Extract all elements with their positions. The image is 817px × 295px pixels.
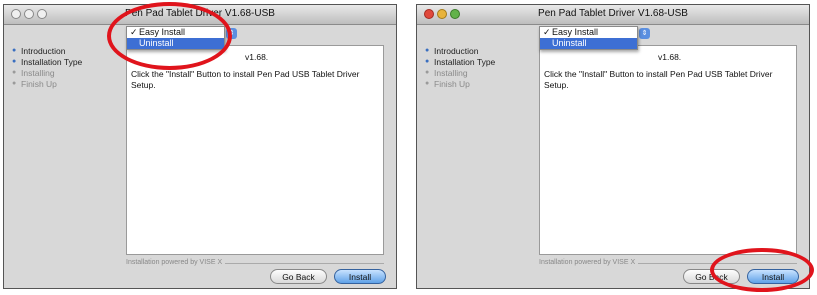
content-pane: v1.68. Click the "Install" Button to ins… xyxy=(126,45,384,255)
powered-by-text: Installation powered by VISE X xyxy=(539,259,639,266)
instruction-text: Click the "Install" Button to install Pe… xyxy=(544,69,773,90)
menu-item-easy-install[interactable]: ✓Easy Install xyxy=(540,27,637,38)
step-installing: ● Installing xyxy=(425,67,468,78)
step-installing: ● Installing xyxy=(12,67,55,78)
step-dot-icon: ● xyxy=(12,80,17,87)
step-dot-icon: ● xyxy=(425,58,430,65)
version-text: v1.68. xyxy=(658,52,682,62)
step-installation-type: ● Installation Type xyxy=(425,56,496,67)
step-introduction: ● Introduction xyxy=(12,45,66,56)
highlight-ring-menu xyxy=(107,2,232,70)
version-text: v1.68. xyxy=(245,52,269,62)
install-type-menu[interactable]: ✓Easy Install Uninstall xyxy=(539,26,638,50)
step-installation-type: ● Installation Type xyxy=(12,56,83,67)
step-dot-icon: ● xyxy=(12,58,17,65)
popup-arrows-icon[interactable]: ⇕ xyxy=(639,28,650,39)
menu-item-uninstall[interactable]: Uninstall xyxy=(540,38,637,49)
checkmark-icon: ✓ xyxy=(543,27,551,37)
title-bar[interactable]: Pen Pad Tablet Driver V1.68-USB xyxy=(417,5,809,25)
go-back-button[interactable]: Go Back xyxy=(270,269,327,284)
step-introduction: ● Introduction xyxy=(425,45,479,56)
step-dot-icon: ● xyxy=(425,69,430,76)
step-finish-up: ● Finish Up xyxy=(425,78,470,89)
content-pane: v1.68. Click the "Install" Button to ins… xyxy=(539,45,797,255)
step-dot-icon: ● xyxy=(425,47,430,54)
steps-sidebar: ● Introduction ● Installation Type ● Instal… xyxy=(12,45,122,89)
install-button[interactable]: Install xyxy=(334,269,386,284)
installer-window-right: Pen Pad Tablet Driver V1.68-USB ● Introdu… xyxy=(416,4,810,289)
instruction-text: Click the "Install" Button to install Pe… xyxy=(131,69,360,90)
step-finish-up: ● Finish Up xyxy=(12,78,57,89)
powered-by-text: Installation powered by VISE X xyxy=(126,259,226,266)
step-dot-icon: ● xyxy=(12,47,17,54)
step-dot-icon: ● xyxy=(425,80,430,87)
window-title: Pen Pad Tablet Driver V1.68-USB xyxy=(538,8,688,19)
steps-sidebar: ● Introduction ● Installation Type ● Instal… xyxy=(425,45,535,89)
step-dot-icon: ● xyxy=(12,69,17,76)
highlight-ring-install xyxy=(710,248,814,292)
